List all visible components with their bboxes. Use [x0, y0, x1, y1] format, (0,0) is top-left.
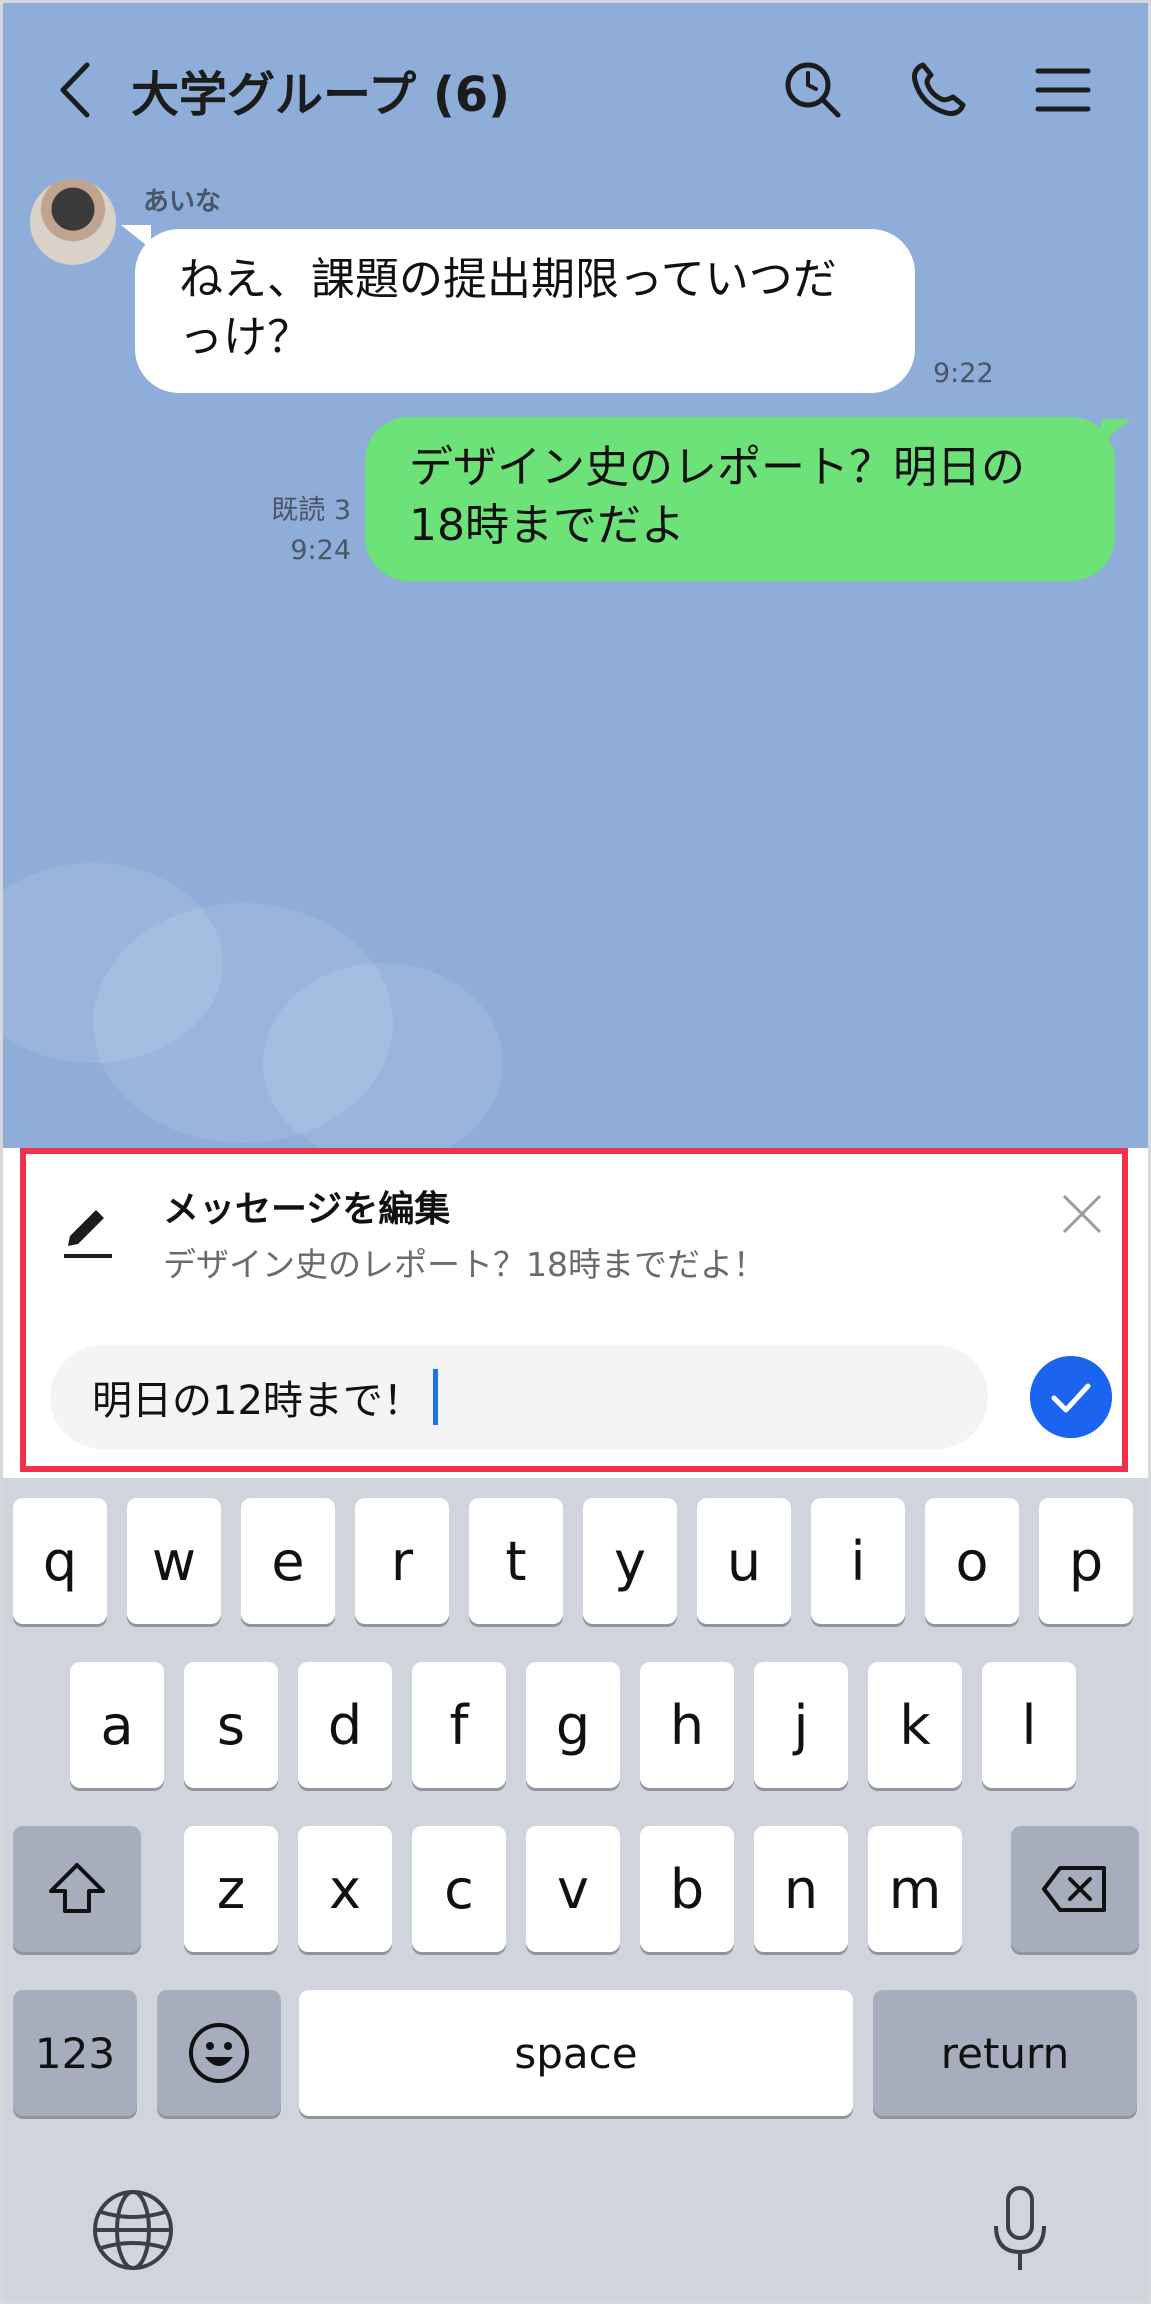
key-k[interactable]: k	[868, 1662, 962, 1788]
highlight-frame	[20, 1148, 1128, 1472]
key-g[interactable]: g	[526, 1662, 620, 1788]
sender-name: あいな	[143, 187, 222, 217]
microphone-icon[interactable]	[988, 2184, 1052, 2276]
keyboard: q w e r t y u i o p a s d f g h j k l z …	[3, 1478, 1148, 2301]
chat-title: 大学グループ (6)	[131, 67, 511, 123]
message-time: 9:24	[290, 535, 351, 566]
emoji-icon	[189, 2023, 249, 2083]
outgoing-message-bubble[interactable]: デザイン史のレポート？明日の18時までだよ	[365, 417, 1115, 581]
key-v[interactable]: v	[526, 1826, 620, 1952]
phone-icon[interactable]	[903, 55, 973, 125]
avatar[interactable]	[30, 179, 116, 265]
key-j[interactable]: j	[754, 1662, 848, 1788]
key-n[interactable]: n	[754, 1826, 848, 1952]
key-c[interactable]: c	[412, 1826, 506, 1952]
menu-icon[interactable]	[1028, 55, 1098, 125]
key-t[interactable]: t	[469, 1498, 563, 1624]
key-w[interactable]: w	[127, 1498, 221, 1624]
key-m[interactable]: m	[868, 1826, 962, 1952]
message-time: 9:22	[933, 358, 994, 389]
key-s[interactable]: s	[184, 1662, 278, 1788]
cloud-decoration	[263, 963, 503, 1148]
chat-header: 大学グループ (6)	[3, 3, 1148, 163]
key-o[interactable]: o	[925, 1498, 1019, 1624]
shift-key[interactable]	[13, 1826, 141, 1952]
key-d[interactable]: d	[298, 1662, 392, 1788]
read-status: 既読 3 9:24	[253, 491, 351, 571]
return-key[interactable]: return	[873, 1990, 1137, 2116]
key-u[interactable]: u	[697, 1498, 791, 1624]
back-icon[interactable]	[51, 55, 101, 125]
key-h[interactable]: h	[640, 1662, 734, 1788]
space-key[interactable]: space	[299, 1990, 853, 2116]
emoji-key[interactable]	[157, 1990, 281, 2116]
key-b[interactable]: b	[640, 1826, 734, 1952]
key-q[interactable]: q	[13, 1498, 107, 1624]
key-a[interactable]: a	[70, 1662, 164, 1788]
key-y[interactable]: y	[583, 1498, 677, 1624]
search-icon[interactable]	[778, 55, 848, 125]
incoming-message-bubble[interactable]: ねえ、課題の提出期限っていつだっけ？	[135, 229, 915, 393]
key-l[interactable]: l	[982, 1662, 1076, 1788]
read-count: 既読 3	[271, 495, 351, 526]
key-x[interactable]: x	[298, 1826, 392, 1952]
key-e[interactable]: e	[241, 1498, 335, 1624]
key-f[interactable]: f	[412, 1662, 506, 1788]
numbers-key[interactable]: 123	[13, 1990, 137, 2116]
backspace-icon	[1042, 1866, 1106, 1912]
key-i[interactable]: i	[811, 1498, 905, 1624]
key-p[interactable]: p	[1039, 1498, 1133, 1624]
shift-icon	[49, 1863, 105, 1913]
chat-area[interactable]: 大学グループ (6) あいな ねえ、課題の提出期限っていつだっけ？ 9:22 既…	[3, 3, 1148, 1148]
delete-key[interactable]	[1011, 1826, 1139, 1952]
globe-icon[interactable]	[91, 2188, 175, 2272]
key-r[interactable]: r	[355, 1498, 449, 1624]
key-z[interactable]: z	[184, 1826, 278, 1952]
